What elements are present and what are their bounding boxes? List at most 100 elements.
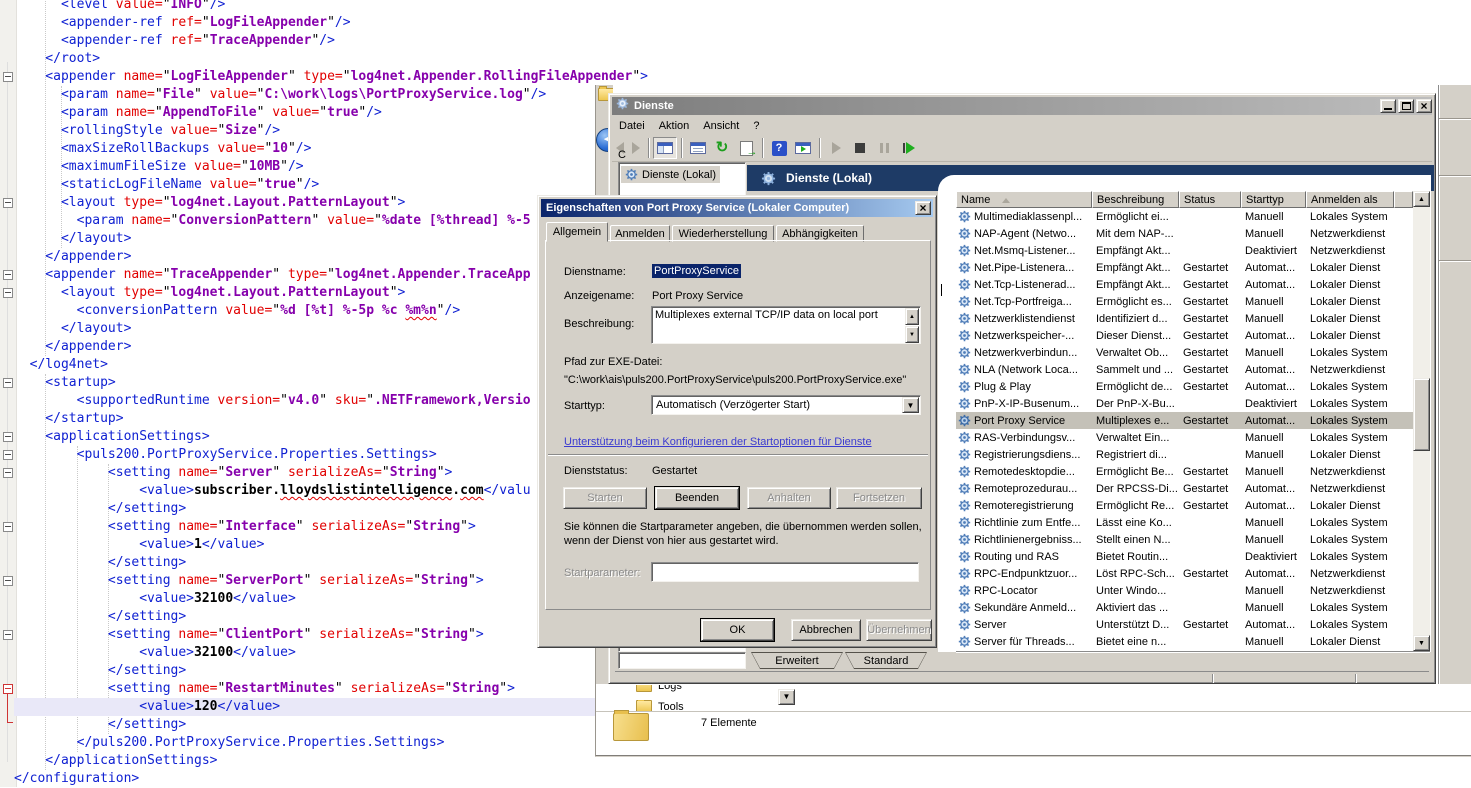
service-row[interactable]: Remoteprozedurau...Der RPCSS-Di...Gestar…	[956, 480, 1413, 497]
ok-button[interactable]: OK	[701, 619, 774, 641]
code-line[interactable]: <layout type="log4net.Layout.PatternLayo…	[14, 284, 405, 302]
fold-marker-icon[interactable]	[3, 198, 13, 208]
code-line[interactable]: </setting>	[14, 716, 186, 734]
service-row[interactable]: RPC-Endpunktzuor...Löst RPC-Sch...Gestar…	[956, 565, 1413, 582]
tree-item-dienste-lokal[interactable]: Dienste (Lokal)	[621, 166, 720, 183]
folder-item[interactable]: Logs	[636, 684, 682, 696]
vertical-scrollbar[interactable]: ▲ ▼	[1413, 191, 1430, 651]
code-line[interactable]: </layout>	[14, 320, 131, 338]
code-line[interactable]: </layout>	[14, 230, 131, 248]
service-row[interactable]: Server für Threads...Bietet eine n...Man…	[956, 633, 1413, 650]
code-line[interactable]: <setting name="ClientPort" serializeAs="…	[14, 626, 484, 644]
service-row[interactable]: NetzwerklistendienstIdentifiziert d...Ge…	[956, 310, 1413, 327]
column-header-name[interactable]: Name	[956, 191, 1092, 208]
service-row[interactable]: NLA (Network Loca...Sammelt und ...Gesta…	[956, 361, 1413, 378]
service-row[interactable]: Multimediaklassenpl...Ermöglicht ei...Ma…	[956, 208, 1413, 225]
code-line[interactable]: <param name="AppendToFile" value="true"/…	[14, 104, 382, 122]
code-line[interactable]: <appender name="TraceAppender" type="log…	[14, 266, 531, 284]
menu-item-datei[interactable]: Datei	[612, 118, 652, 134]
service-row[interactable]: Netzwerkverbindun...Verwaltet Ob...Gesta…	[956, 344, 1413, 361]
resume-button[interactable]: Fortsetzen	[836, 487, 922, 509]
service-row[interactable]: Registrierungsdiens...Registriert di...M…	[956, 446, 1413, 463]
code-line[interactable]: <value>subscriber.lloydslistintelligence…	[14, 482, 531, 500]
start-params-field[interactable]	[651, 562, 919, 582]
close-button[interactable]: ×	[1416, 99, 1432, 113]
menu-item-[interactable]: ?	[746, 118, 766, 134]
menu-item-aktion[interactable]: Aktion	[652, 118, 697, 134]
code-line[interactable]: </setting>	[14, 500, 186, 518]
column-header-status[interactable]: Status	[1179, 191, 1241, 208]
code-line[interactable]: <conversionPattern value="%d [%t] %-5p %…	[14, 302, 460, 320]
code-line[interactable]: <value>32100</value>	[14, 590, 296, 608]
forward-icon[interactable]	[632, 142, 640, 154]
fold-marker-icon[interactable]	[3, 576, 13, 586]
service-row[interactable]: Richtlinie zum Entfe...Lässt eine Ko...M…	[956, 514, 1413, 531]
start-button[interactable]: Starten	[563, 487, 647, 509]
help-icon[interactable]: ?	[767, 137, 791, 159]
code-line[interactable]: <applicationSettings>	[14, 428, 210, 446]
tab-allgemein[interactable]: Allgemein	[546, 222, 608, 242]
service-name-value[interactable]: PortProxyService	[652, 264, 741, 278]
service-row[interactable]: Netzwerkspeicher-...Dieser Dienst...Gest…	[956, 327, 1413, 344]
code-line[interactable]: </applicationSettings>	[14, 752, 218, 770]
service-row[interactable]: ServerUnterstützt D...GestartetAutomat..…	[956, 616, 1413, 633]
code-line[interactable]: <appender-ref ref="TraceAppender"/>	[14, 32, 335, 50]
code-line[interactable]: <maximumFileSize value="10MB"/>	[14, 158, 304, 176]
stop-button[interactable]: Beenden	[655, 487, 739, 509]
service-row[interactable]: Remotedesktopdie...Ermöglicht Be...Gesta…	[956, 463, 1413, 480]
service-row[interactable]: Richtlinienergebniss...Stellt einen N...…	[956, 531, 1413, 548]
fold-marker-icon[interactable]	[3, 270, 13, 280]
code-line[interactable]: </appender>	[14, 248, 131, 266]
service-row[interactable]: Plug & PlayErmöglicht de...GestartetAuto…	[956, 378, 1413, 395]
fold-marker-icon[interactable]	[3, 468, 13, 478]
refresh-icon[interactable]: ↻	[710, 137, 734, 159]
properties-icon[interactable]	[686, 137, 710, 159]
code-line[interactable]: <setting name="Server" serializeAs="Stri…	[14, 464, 452, 482]
scrollbar-thumb[interactable]	[1413, 378, 1430, 451]
code-line[interactable]: <value>1</value>	[14, 536, 264, 554]
code-line[interactable]: <startup>	[14, 374, 116, 392]
code-line[interactable]: <staticLogFileName value="true"/>	[14, 176, 319, 194]
code-line[interactable]: </setting>	[14, 662, 186, 680]
fold-marker-icon[interactable]	[3, 378, 13, 388]
tab-standard[interactable]: Standard	[845, 652, 927, 669]
code-line[interactable]: <setting name="RestartMinutes" serialize…	[14, 680, 515, 698]
stop-service-icon[interactable]	[848, 137, 872, 159]
pause-button[interactable]: Anhalten	[747, 487, 831, 509]
display-name-value[interactable]: Port Proxy Service	[652, 290, 743, 302]
pause-service-icon[interactable]	[872, 137, 896, 159]
code-line[interactable]: </log4net>	[14, 356, 108, 374]
fold-marker-icon[interactable]	[3, 432, 13, 442]
code-line[interactable]: <param name="File" value="C:\work\logs\P…	[14, 86, 546, 104]
dialog-titlebar[interactable]: Eigenschaften von Port Proxy Service (Lo…	[541, 199, 933, 217]
service-row[interactable]: RAS-Verbindungsv...Verwaltet Ein...Manue…	[956, 429, 1413, 446]
apply-button[interactable]: Übernehmen	[866, 619, 932, 641]
menu-item-ansicht[interactable]: Ansicht	[696, 118, 746, 134]
service-row[interactable]: Port Proxy ServiceMultiplexes e...Gestar…	[956, 412, 1413, 429]
scroll-down-icon[interactable]: ▼	[1413, 635, 1430, 651]
code-line[interactable]: <supportedRuntime version="v4.0" sku=".N…	[14, 392, 531, 410]
service-row[interactable]: Routing und RASBietet Routin...Deaktivie…	[956, 548, 1413, 565]
code-line[interactable]: </puls200.PortProxyService.Properties.Se…	[14, 734, 444, 752]
code-line[interactable]: <level value="INFO"/>	[14, 0, 225, 14]
code-line[interactable]: <appender name="LogFileAppender" type="l…	[14, 68, 648, 86]
column-header-starttyp[interactable]: Starttyp	[1241, 191, 1306, 208]
restart-service-icon[interactable]	[896, 137, 920, 159]
code-line[interactable]: <puls200.PortProxyService.Properties.Set…	[14, 446, 437, 464]
explorer-dropdown-button[interactable]: ▼	[778, 689, 795, 705]
cancel-button[interactable]: Abbrechen	[791, 619, 861, 641]
code-line[interactable]: </setting>	[14, 608, 186, 626]
code-line[interactable]: <param name="ConversionPattern" value="%…	[14, 212, 531, 230]
service-row[interactable]: Sekundäre Anmeld...Aktiviert das ...Manu…	[956, 599, 1413, 616]
startup-options-help-link[interactable]: Unterstützung beim Konfigurieren der Sta…	[564, 436, 872, 448]
service-row[interactable]: RPC-LocatorUnter Windo...ManuellNetzwerk…	[956, 582, 1413, 599]
extended-view-icon[interactable]	[791, 137, 815, 159]
fold-marker-icon[interactable]	[3, 288, 13, 298]
combobox-dropdown-icon[interactable]: ▼	[902, 397, 919, 413]
console-tree-toggle-icon[interactable]	[653, 137, 677, 159]
dialog-close-icon[interactable]: ×	[915, 201, 931, 215]
service-row[interactable]: Net.Pipe-Listenera...Empfängt Akt...Gest…	[956, 259, 1413, 276]
services-titlebar[interactable]: Dienste ×	[612, 97, 1432, 115]
service-row[interactable]: Net.Tcp-Listenerad...Empfängt Akt...Gest…	[956, 276, 1413, 293]
fold-marker-icon[interactable]	[3, 522, 13, 532]
